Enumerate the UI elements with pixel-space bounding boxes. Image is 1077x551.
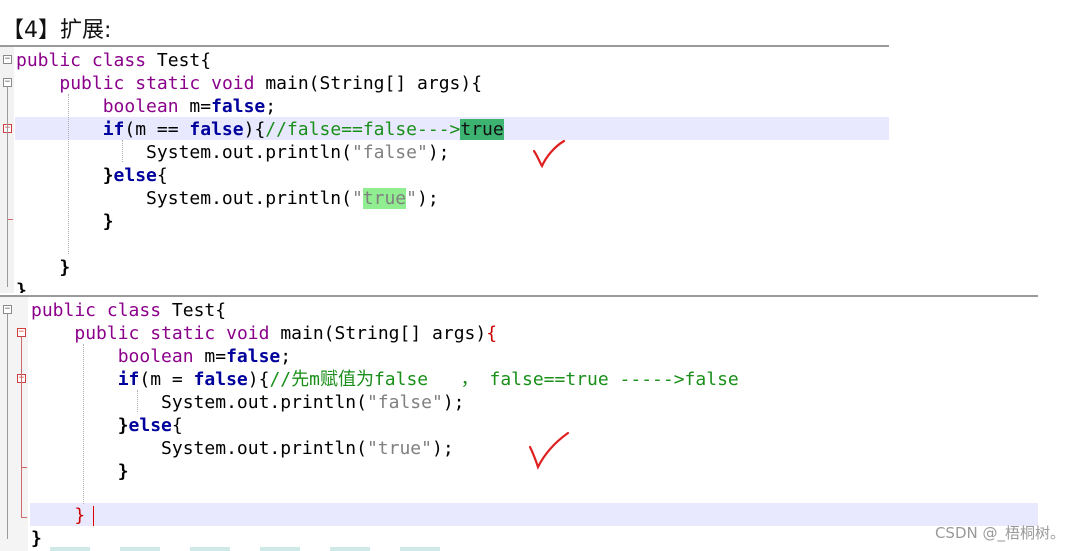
code-line: if(m = false){//先m赋值为false ， false==true… — [117, 369, 739, 390]
code-line: System.out.println("false"); — [161, 392, 465, 413]
fold-end-marker — [21, 517, 27, 518]
cropped-content-strip — [50, 547, 470, 551]
match-highlight: true — [460, 119, 504, 140]
code-line: } — [102, 211, 114, 232]
code-line: } — [16, 280, 27, 293]
code-line: }else{ — [102, 165, 168, 186]
code-line: public static void main(String[] args){ — [74, 323, 498, 344]
code-line: boolean m=false; — [117, 346, 292, 367]
fold-toggle-icon[interactable]: − — [3, 305, 12, 314]
code-line: System.out.println("true"); — [146, 188, 439, 209]
code-line: boolean m=false; — [102, 96, 277, 117]
code-line: System.out.println("true"); — [161, 438, 454, 459]
code-line: }else{ — [117, 415, 183, 436]
checkmark-icon — [528, 431, 570, 470]
code-line: public class Test{ — [31, 300, 227, 321]
fold-range-line — [21, 337, 22, 517]
text-caret — [93, 506, 94, 526]
code-line: System.out.println("false"); — [146, 142, 450, 163]
fold-end-marker — [21, 467, 27, 468]
code-line: } — [117, 461, 129, 482]
code-editor-1[interactable]: − − − public class Test{ public static v… — [0, 45, 889, 293]
code-line: if(m == false){//false==false--->true — [102, 119, 504, 140]
checkmark-icon — [532, 139, 566, 169]
watermark: CSDN @_梧桐树。 — [934, 524, 1065, 542]
current-line-highlight — [30, 503, 1038, 526]
fold-range-line — [7, 314, 8, 539]
fold-toggle-icon[interactable]: − — [3, 55, 12, 64]
fold-range-line — [7, 87, 8, 287]
match-highlight: true — [362, 188, 407, 209]
code-line: } — [59, 257, 71, 278]
fold-toggle-icon[interactable]: − — [3, 78, 12, 87]
code-line: public static void main(String[] args){ — [59, 73, 483, 94]
fold-toggle-icon[interactable]: − — [17, 328, 26, 337]
section-heading: 【4】扩展: — [2, 18, 112, 43]
code-line: public class Test{ — [16, 50, 212, 71]
code-line: } — [74, 505, 86, 526]
code-line: } — [31, 528, 42, 549]
code-editor-2[interactable]: − − − public class Test{ public static v… — [0, 295, 1038, 551]
